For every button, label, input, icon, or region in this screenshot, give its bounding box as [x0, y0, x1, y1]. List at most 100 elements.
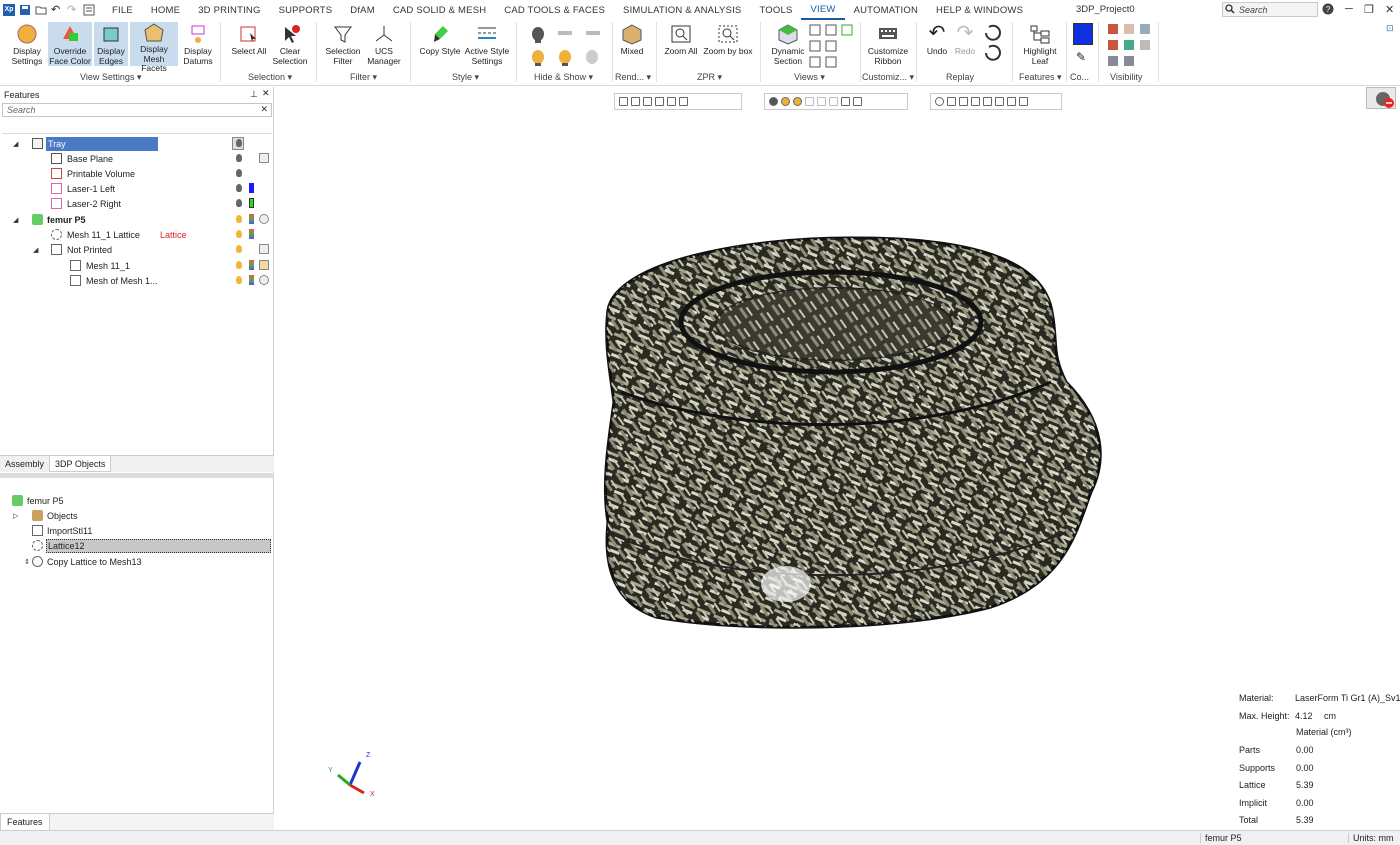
tree-item-base-plane[interactable]: Base Plane: [0, 151, 274, 166]
bulb-icon[interactable]: [805, 97, 814, 106]
global-search-input[interactable]: Search: [1222, 2, 1318, 17]
tab-simulation-analysis[interactable]: SIMULATION & ANALYSIS: [614, 5, 750, 16]
replay-icons[interactable]: [982, 23, 1004, 67]
render-mode-icon[interactable]: [853, 97, 862, 106]
collapse-icon[interactable]: ◢: [13, 140, 18, 148]
render-mixed-button[interactable]: Mixed: [616, 22, 648, 66]
object-item-lattice12[interactable]: Lattice12: [0, 538, 274, 553]
object-item-femur-p5[interactable]: femur P5: [0, 493, 274, 508]
zoom-all-button[interactable]: Zoom All: [662, 22, 700, 66]
customize-qa-icon[interactable]: [83, 4, 95, 16]
bulb-icon[interactable]: [781, 97, 790, 106]
object-item-copy-lattice[interactable]: ⇕ Copy Lattice to Mesh13: [0, 554, 274, 569]
iso-view-icon[interactable]: [947, 97, 956, 106]
override-face-color-button[interactable]: Override Face Color: [48, 22, 92, 66]
eyedropper-icon[interactable]: ✎: [1076, 50, 1086, 64]
tab-cad-tools-faces[interactable]: CAD TOOLS & FACES: [495, 5, 614, 16]
object-item-importstl[interactable]: ImportStl11: [0, 523, 274, 538]
save-icon[interactable]: [19, 4, 31, 16]
status-units[interactable]: Units: mm: [1348, 833, 1394, 843]
zoom-by-box-button[interactable]: Zoom by box: [702, 22, 754, 66]
selection-filter-button[interactable]: Selection Filter: [322, 22, 364, 66]
tab-view[interactable]: VIEW: [801, 0, 845, 20]
tree-item-printable-volume[interactable]: Printable Volume: [0, 166, 274, 181]
tab-3d-printing[interactable]: 3D PRINTING: [189, 5, 269, 16]
ucs-manager-button[interactable]: UCS Manager: [364, 22, 404, 66]
tab-help-windows[interactable]: HELP & WINDOWS: [927, 5, 1032, 16]
help-icon[interactable]: ?: [1322, 3, 1334, 18]
select-arrow-icon[interactable]: [619, 97, 628, 106]
filter-icon[interactable]: [655, 97, 664, 106]
color-swatch-button[interactable]: [1073, 23, 1093, 45]
render-cube-icon[interactable]: [841, 97, 850, 106]
lattice-ball-icon[interactable]: [259, 275, 269, 285]
style-swatch[interactable]: [249, 260, 254, 270]
group-customize[interactable]: Customiz... ▾: [862, 72, 914, 83]
group-views[interactable]: Views ▾: [794, 72, 825, 83]
minimize-icon[interactable]: ─: [1345, 3, 1353, 15]
style-swatch[interactable]: [249, 275, 254, 285]
arrow-right-icon[interactable]: [829, 97, 838, 106]
visibility-bulb-icon[interactable]: [236, 276, 242, 284]
display-edges-button[interactable]: Display Edges: [94, 22, 128, 66]
ribbon-collapse-icon[interactable]: ⊡: [1386, 23, 1394, 34]
redo-button[interactable]: ↷ Redo: [952, 22, 978, 66]
3d-viewport[interactable]: Z Y X: [276, 87, 1400, 830]
tab-features[interactable]: Features: [0, 814, 50, 831]
select-all-button[interactable]: Select All: [230, 22, 268, 66]
close-icon[interactable]: ✕: [1385, 3, 1394, 16]
select-body-icon[interactable]: [643, 97, 652, 106]
tab-assembly[interactable]: Assembly: [0, 456, 49, 472]
axis-icon[interactable]: [1019, 97, 1028, 106]
panel-close-icon[interactable]: ✕: [262, 88, 270, 99]
tab-home[interactable]: HOME: [142, 5, 189, 16]
box-select-icon[interactable]: [667, 97, 676, 106]
tab-cad-solid-mesh[interactable]: CAD SOLID & MESH: [384, 5, 495, 16]
tree-item-mesh-of-mesh[interactable]: Mesh of Mesh 1...: [0, 273, 274, 288]
clear-search-icon[interactable]: ✕: [260, 104, 268, 115]
visibility-icons[interactable]: [1106, 22, 1154, 68]
features-search-input[interactable]: Search ✕: [2, 103, 272, 117]
collapse-icon[interactable]: ◢: [13, 216, 18, 224]
group-filter[interactable]: Filter ▾: [350, 72, 377, 83]
tab-tools[interactable]: TOOLS: [750, 5, 801, 16]
tree-item-femur-p5[interactable]: ◢ femur P5: [0, 212, 274, 227]
highlight-leaf-button[interactable]: Highlight Leaf: [1018, 22, 1062, 66]
app-logo-icon[interactable]: Xp: [3, 4, 15, 16]
visibility-bulb-icon[interactable]: [236, 245, 242, 253]
top-view-icon[interactable]: [971, 97, 980, 106]
customize-ribbon-button[interactable]: Customize Ribbon: [864, 22, 912, 66]
tab-dfam[interactable]: DfAM: [341, 5, 384, 16]
tab-file[interactable]: FILE: [103, 5, 142, 16]
open-folder-icon[interactable]: [35, 4, 47, 16]
undo-icon[interactable]: ↶: [51, 4, 63, 16]
group-features[interactable]: Features ▾: [1019, 72, 1062, 83]
tree-item-mesh-lattice[interactable]: Mesh 11_1 Lattice Lattice: [0, 227, 274, 242]
visibility-bulb-icon[interactable]: [236, 184, 242, 192]
back-view-icon[interactable]: [1007, 97, 1016, 106]
visibility-toolbar[interactable]: [764, 93, 908, 110]
cube-icon[interactable]: [259, 153, 269, 163]
tree-item-laser-1-left[interactable]: Laser-1 Left: [0, 181, 274, 196]
visibility-bulb-icon[interactable]: [236, 230, 242, 238]
restore-icon[interactable]: ❐: [1364, 3, 1374, 16]
pin-icon[interactable]: ⊥: [250, 89, 258, 100]
notification-badge-icon[interactable]: [1366, 87, 1396, 109]
tab-3dp-objects[interactable]: 3DP Objects: [49, 456, 112, 472]
visibility-bulb-icon[interactable]: [236, 199, 242, 207]
left-view-icon[interactable]: [995, 97, 1004, 106]
cube-icon[interactable]: [259, 244, 269, 254]
visibility-bulb-icon[interactable]: [236, 139, 242, 147]
tab-supports[interactable]: SUPPORTS: [270, 5, 342, 16]
bulb-icon[interactable]: [769, 97, 778, 106]
tab-automation[interactable]: AUTOMATION: [845, 5, 927, 16]
group-style[interactable]: Style ▾: [452, 72, 479, 83]
right-view-icon[interactable]: [983, 97, 992, 106]
expand-icon[interactable]: ▷: [13, 512, 18, 520]
reorder-icon[interactable]: ⇕: [24, 558, 30, 566]
tree-item-laser-2-right[interactable]: Laser-2 Right: [0, 196, 274, 211]
visibility-bulb-icon[interactable]: [236, 261, 242, 269]
visibility-bulb-icon[interactable]: [236, 169, 242, 177]
group-render[interactable]: Rend... ▾: [615, 72, 651, 83]
undo-button[interactable]: ↶ Undo: [922, 22, 952, 66]
